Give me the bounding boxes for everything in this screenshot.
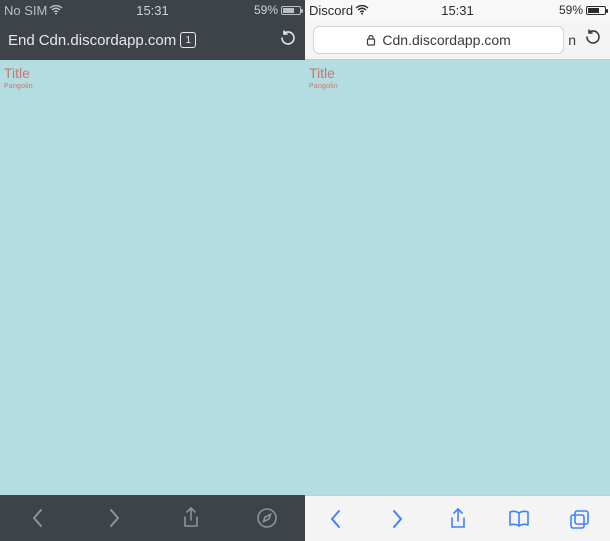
- status-bar: Discord 15:31 59%: [305, 0, 610, 20]
- back-button[interactable]: [26, 506, 50, 530]
- address-bar[interactable]: End Cdn.discordapp.com 1: [0, 20, 305, 60]
- forward-button[interactable]: [102, 506, 126, 530]
- nav-prefix: End: [8, 32, 35, 49]
- bottom-toolbar: [0, 495, 305, 541]
- phone-light: Discord 15:31 59% Cdn.discordapp.com n T…: [305, 0, 610, 541]
- nav-suffix: n: [568, 32, 576, 48]
- share-button[interactable]: [446, 507, 470, 531]
- compass-icon: [256, 507, 278, 529]
- status-bar: No SIM 15:31 59%: [0, 0, 305, 20]
- page-subtext: Pangolin: [4, 83, 301, 90]
- bottom-toolbar: [305, 495, 610, 541]
- bookmarks-button[interactable]: [507, 507, 531, 531]
- url-field[interactable]: Cdn.discordapp.com: [313, 26, 564, 54]
- tabs-button[interactable]: [568, 507, 592, 531]
- page-subtext: Pangolin: [309, 83, 606, 90]
- page-content: Title Pangolin: [0, 60, 305, 495]
- address-bar: Cdn.discordapp.com n: [305, 20, 610, 60]
- back-button[interactable]: [324, 507, 348, 531]
- status-time: 15:31: [0, 3, 305, 18]
- page-title: Title: [309, 66, 606, 81]
- forward-button[interactable]: [385, 507, 409, 531]
- book-icon: [508, 509, 530, 529]
- share-icon: [181, 506, 201, 530]
- url-text: Cdn.discordapp.com: [39, 32, 177, 49]
- chevron-right-icon: [388, 508, 406, 530]
- chevron-left-icon: [29, 507, 47, 529]
- lock-icon: [366, 34, 376, 46]
- status-time: 15:31: [305, 3, 610, 18]
- battery-icon: [586, 6, 606, 15]
- phone-dark: No SIM 15:31 59% End Cdn.discordapp.com …: [0, 0, 305, 541]
- reload-button[interactable]: [279, 29, 297, 51]
- battery-icon: [281, 6, 301, 15]
- tabs-icon: [569, 509, 591, 529]
- page-title: Title: [4, 66, 301, 81]
- page-content: Title Pangolin: [305, 60, 610, 495]
- url-text: Cdn.discordapp.com: [382, 32, 510, 48]
- reload-button[interactable]: [584, 28, 602, 51]
- reload-icon: [279, 29, 297, 47]
- share-button[interactable]: [179, 506, 203, 530]
- tab-count-badge[interactable]: 1: [180, 32, 196, 48]
- chevron-left-icon: [327, 508, 345, 530]
- chevron-right-icon: [105, 507, 123, 529]
- share-icon: [448, 507, 468, 531]
- reload-icon: [584, 28, 602, 46]
- compass-button[interactable]: [255, 506, 279, 530]
